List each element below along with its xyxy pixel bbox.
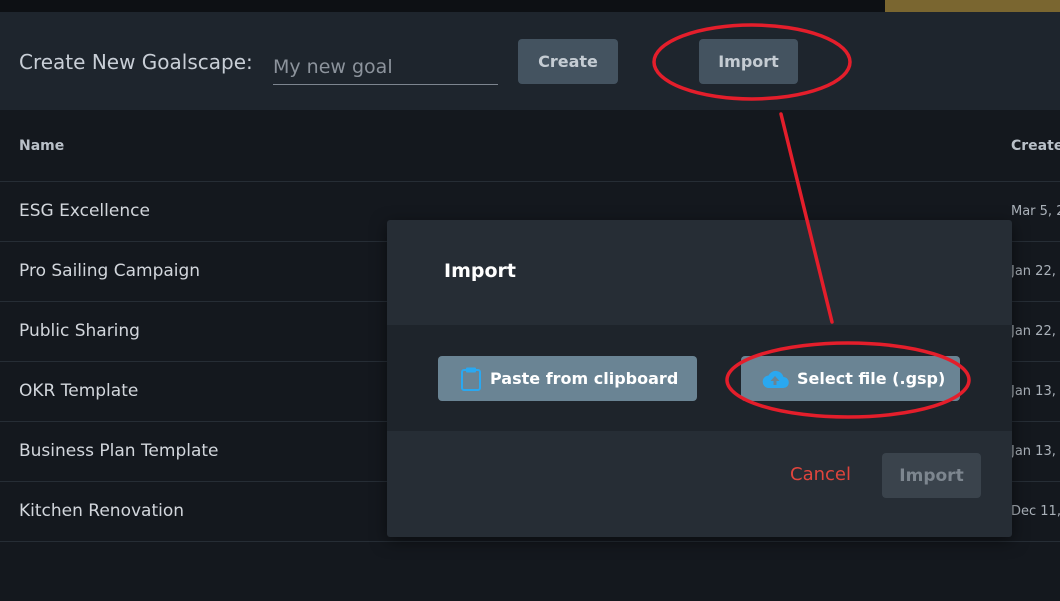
cancel-button[interactable]: Cancel <box>790 464 851 485</box>
import-dialog: Import Paste from clipboard Select file … <box>387 220 1012 537</box>
clipboard-icon <box>460 366 482 392</box>
new-goal-input[interactable] <box>273 50 498 85</box>
column-header-name[interactable]: Name <box>19 138 64 154</box>
goalscape-name[interactable]: Pro Sailing Campaign <box>19 261 200 281</box>
goalscape-name[interactable]: Public Sharing <box>19 321 140 341</box>
paste-from-clipboard-button[interactable]: Paste from clipboard <box>438 356 697 401</box>
create-goalscape-label: Create New Goalscape: <box>19 50 253 74</box>
goalscape-name[interactable]: ESG Excellence <box>19 201 150 221</box>
goalscape-created: Jan 13, <box>1011 444 1056 459</box>
goalscape-name[interactable]: OKR Template <box>19 381 138 401</box>
import-dialog-body: Paste from clipboard Select file (.gsp) <box>387 325 1012 431</box>
paste-from-clipboard-label: Paste from clipboard <box>490 369 679 388</box>
top-strip-highlight <box>885 0 1060 12</box>
goalscape-created: Mar 5, 2 <box>1011 204 1060 219</box>
create-goalscape-bar: Create New Goalscape: Create Import <box>0 12 1060 110</box>
goalscape-name[interactable]: Business Plan Template <box>19 441 219 461</box>
goalscape-name[interactable]: Kitchen Renovation <box>19 501 184 521</box>
goalscape-created: Jan 22, <box>1011 264 1056 279</box>
goalscape-created: Jan 22, <box>1011 324 1056 339</box>
select-file-button[interactable]: Select file (.gsp) <box>741 356 960 401</box>
top-strip <box>0 0 1060 12</box>
cloud-upload-icon <box>761 369 789 389</box>
create-button[interactable]: Create <box>518 39 618 84</box>
import-button[interactable]: Import <box>699 39 798 84</box>
dialog-import-button[interactable]: Import <box>882 453 981 498</box>
select-file-label: Select file (.gsp) <box>797 369 946 388</box>
column-header-created[interactable]: Create <box>1011 138 1060 154</box>
import-dialog-title: Import <box>444 260 516 282</box>
goalscape-created: Dec 11, <box>1011 504 1060 519</box>
table-row <box>0 541 1060 601</box>
goalscape-created: Jan 13, <box>1011 384 1056 399</box>
